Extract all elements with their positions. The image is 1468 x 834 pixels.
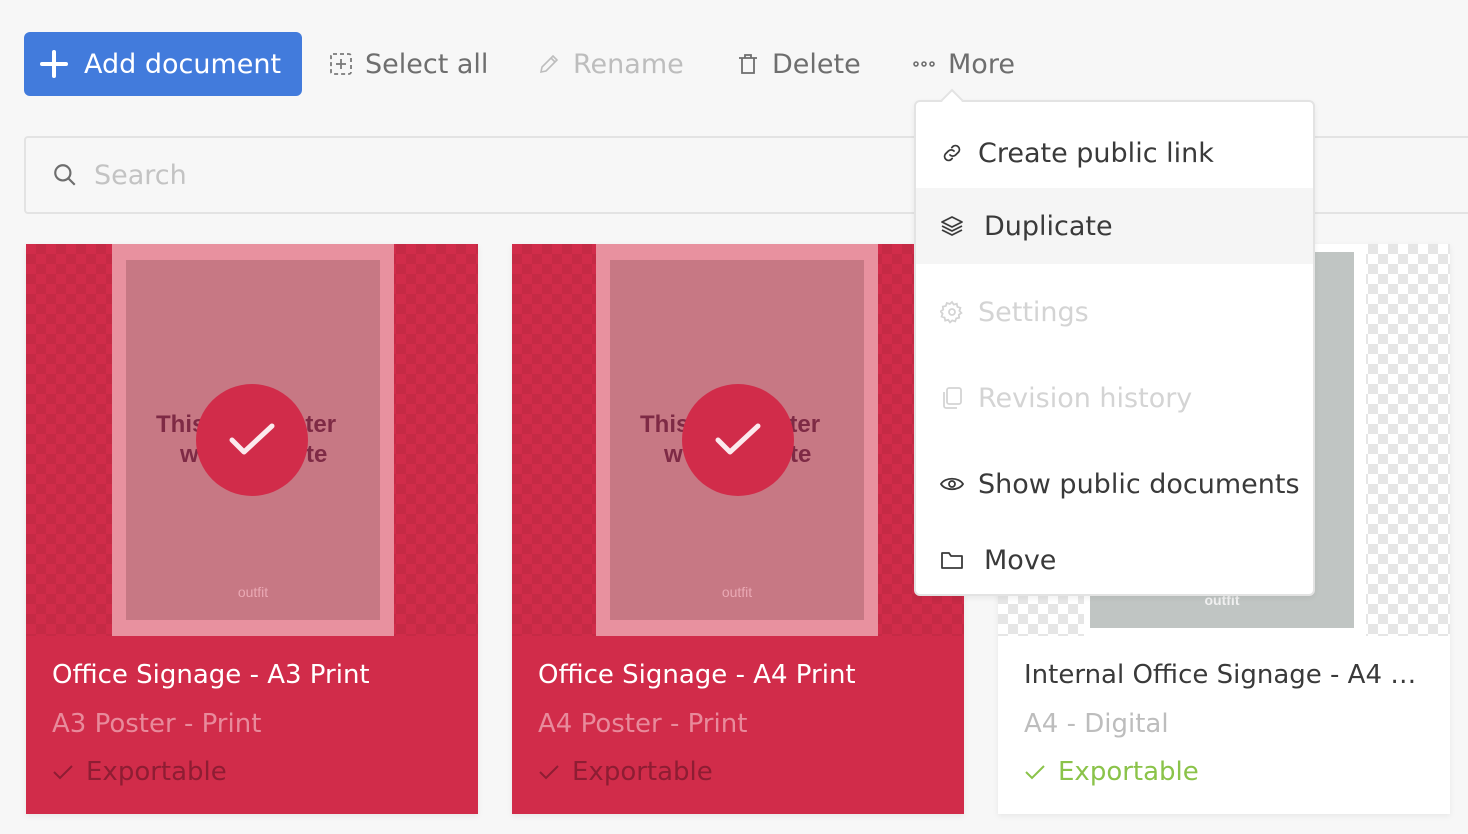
- menu-item-label: Show public documents: [978, 468, 1300, 500]
- menu-item-label: Move: [984, 544, 1057, 576]
- checkmark-icon: [539, 765, 559, 780]
- selected-check-badge: [682, 384, 794, 496]
- select-all-icon: [330, 53, 352, 75]
- document-card[interactable]: This ster w te outfit Office Signage - A…: [512, 244, 964, 814]
- check-icon: [229, 423, 275, 455]
- document-template: A4 Poster - Print: [538, 709, 748, 739]
- document-card[interactable]: This ster w te outfit Office Signage - A…: [26, 244, 478, 814]
- menu-item-show-public-documents[interactable]: Show public documents: [916, 446, 1313, 522]
- more-dropdown-menu: Create public link Duplicate Settings Re…: [914, 88, 1315, 598]
- document-thumbnail: This ster w te outfit: [512, 244, 964, 636]
- menu-item-move[interactable]: Move: [916, 522, 1313, 598]
- poster-text-part: w: [664, 441, 683, 468]
- menu-item-label: Settings: [978, 296, 1089, 328]
- select-all-button[interactable]: Select all: [329, 32, 488, 96]
- toolbar: Add document Select all Rename Delete Mo…: [24, 32, 1015, 96]
- menu-item-duplicate[interactable]: Duplicate: [916, 188, 1313, 264]
- check-icon: [715, 423, 761, 455]
- document-thumbnail: This ster w te outfit: [26, 244, 478, 636]
- checkmark-icon: [53, 765, 73, 780]
- more-button[interactable]: More: [912, 32, 1015, 96]
- more-label: More: [948, 48, 1015, 80]
- add-document-label: Add document: [84, 48, 282, 80]
- document-template: A4 - Digital: [1024, 709, 1169, 739]
- trash-icon: [739, 54, 757, 74]
- menu-item-create-public-link[interactable]: Create public link: [916, 115, 1313, 191]
- add-document-button[interactable]: Add document: [24, 32, 302, 96]
- export-status: Exportable: [538, 757, 713, 787]
- poster-logo: outfit: [237, 584, 269, 600]
- layers-icon: [941, 216, 963, 236]
- menu-item-revision-history[interactable]: Revision history: [916, 360, 1313, 436]
- checkmark-icon: [1025, 765, 1045, 780]
- export-status-label: Exportable: [572, 757, 713, 787]
- export-status-label: Exportable: [1058, 757, 1199, 787]
- selected-check-badge: [196, 384, 308, 496]
- copy-icon: [943, 387, 962, 409]
- rename-button[interactable]: Rename: [537, 32, 684, 96]
- menu-item-label: Revision history: [978, 382, 1193, 414]
- delete-label: Delete: [772, 48, 861, 80]
- export-status-label: Exportable: [86, 757, 227, 787]
- export-status: Exportable: [1024, 757, 1199, 787]
- search-icon: [54, 164, 76, 186]
- gear-icon: [940, 300, 963, 324]
- document-title: Internal Office Signage - A4 -...: [1024, 660, 1424, 690]
- menu-item-label: Create public link: [978, 137, 1214, 169]
- menu-item-label: Duplicate: [984, 210, 1113, 242]
- delete-button[interactable]: Delete: [736, 32, 861, 96]
- eye-icon: [940, 477, 964, 491]
- menu-item-settings[interactable]: Settings: [916, 274, 1313, 350]
- plus-icon: [38, 48, 70, 80]
- link-icon: [943, 144, 961, 162]
- pencil-icon: [539, 54, 559, 74]
- document-title: Office Signage - A3 Print: [52, 660, 370, 690]
- export-status: Exportable: [52, 757, 227, 787]
- document-title: Office Signage - A4 Print: [538, 660, 856, 690]
- poster-logo: outfit: [721, 584, 753, 600]
- more-dots-icon: [913, 61, 935, 67]
- poster-text-part: te: [306, 441, 328, 468]
- folder-icon: [941, 552, 963, 569]
- select-all-label: Select all: [365, 48, 489, 80]
- search-input[interactable]: [94, 159, 694, 191]
- document-template: A3 Poster - Print: [52, 709, 262, 739]
- rename-label: Rename: [573, 48, 684, 80]
